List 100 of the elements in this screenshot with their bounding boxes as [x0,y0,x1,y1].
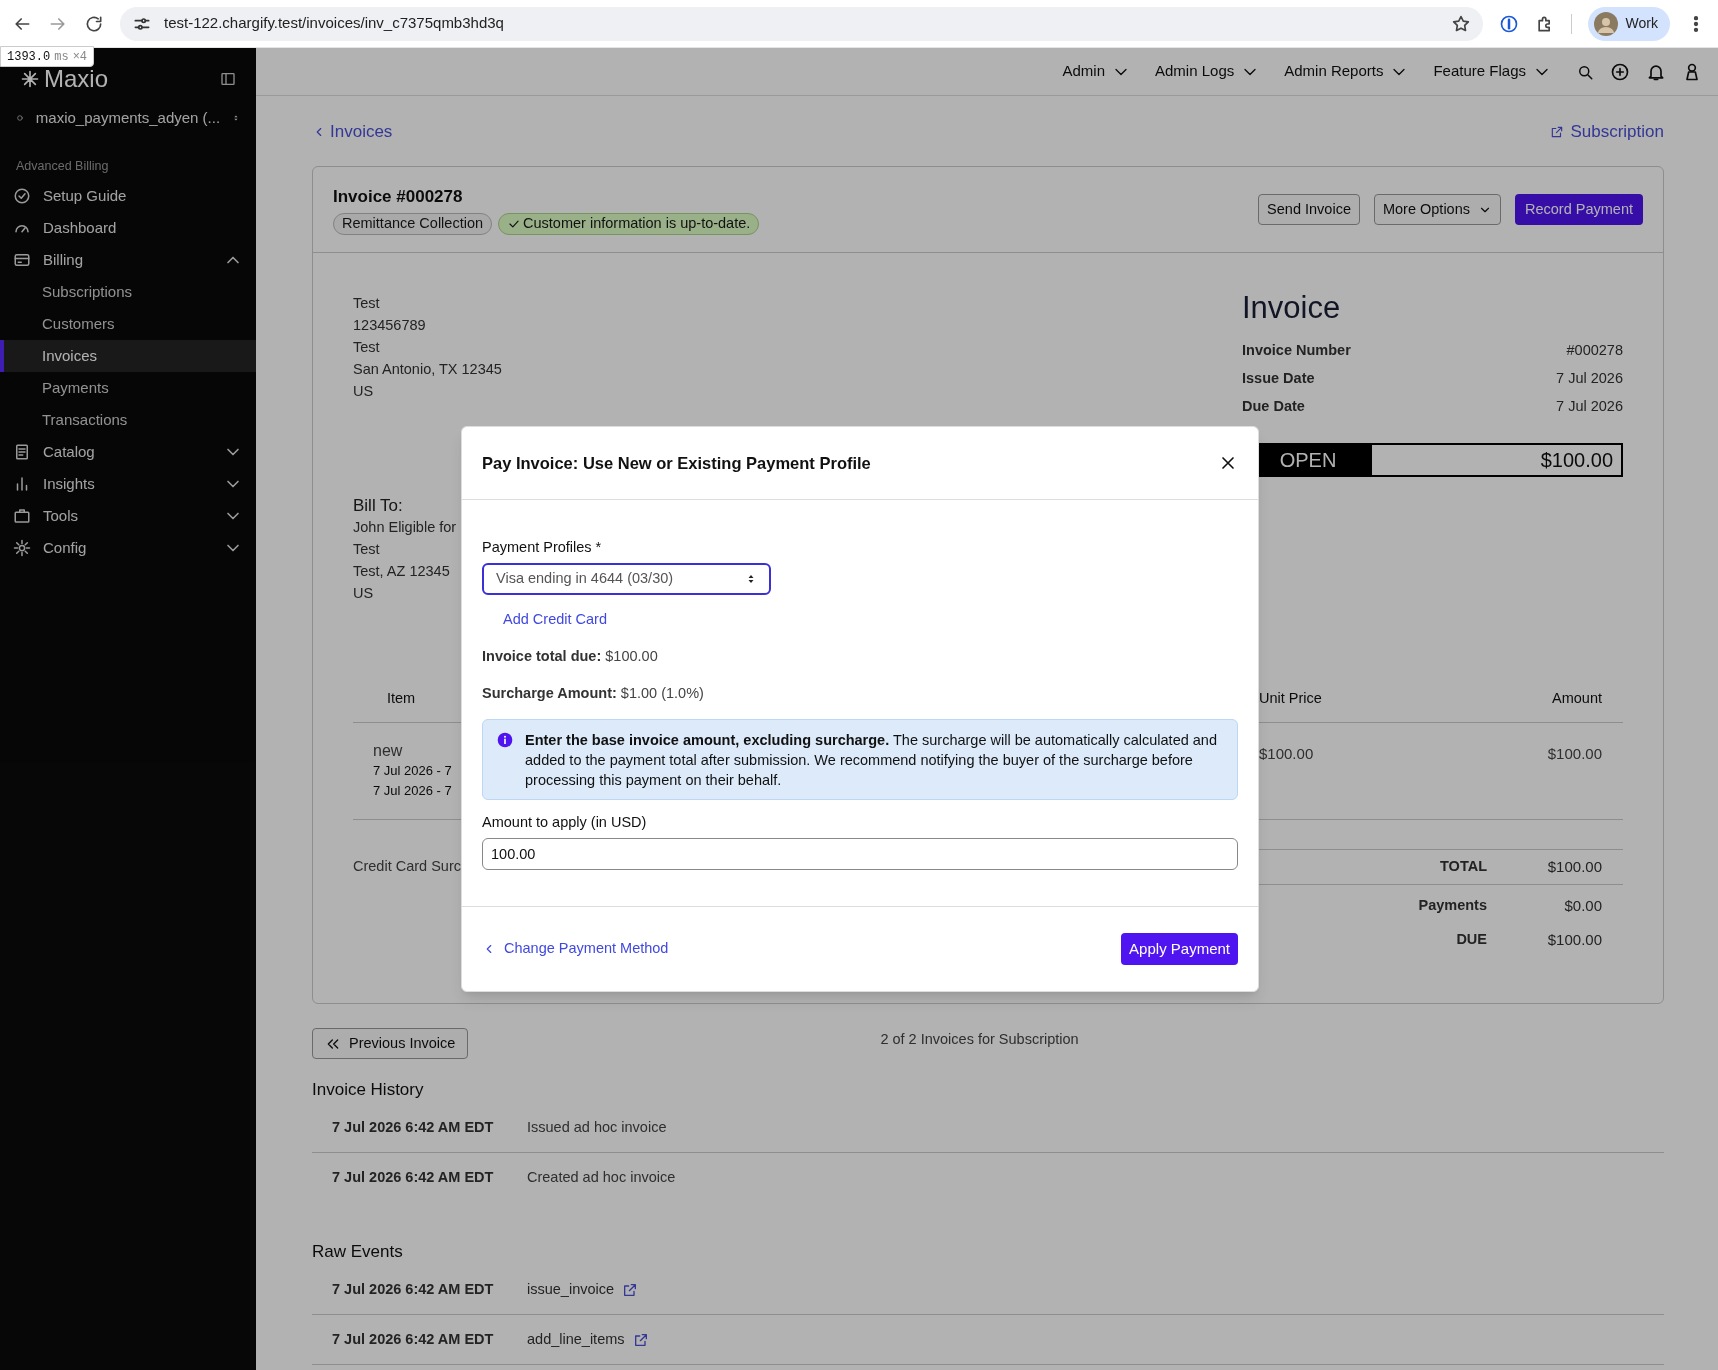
address-line: US [353,382,375,401]
address-line: John Eligible for [353,518,458,537]
external-link-icon [1550,125,1565,139]
change-method-link[interactable]: Change Payment Method [482,938,669,960]
sidebar-toggle-icon[interactable] [220,71,236,87]
section-label: Advanced Billing [15,157,110,175]
total-value: $100.00 [1546,856,1603,877]
section-heading: Raw Events [312,1241,403,1263]
address-line: Test [353,294,381,313]
event-link[interactable]: add_line_items [527,1328,649,1351]
address-bar[interactable]: test-122.chargify.test/invoices/inv_c7375qmb3hd3q [120,6,1483,41]
dialog-title: Pay Invoice: Use New or Existing Payment Profile [482,452,871,474]
detail-value: 7 Jul 2026 [1556,369,1623,389]
briefcase-icon [13,507,31,525]
detail-label: Issue Date [1242,369,1315,389]
nav-menu[interactable]: Admin [1062,60,1131,83]
previous-invoice-button[interactable]: Previous Invoice [312,1028,469,1059]
subscription-link[interactable]: Subscription [1550,119,1664,145]
timestamp: 7 Jul 2026 6:42 AM EDT [331,1168,495,1188]
event-link[interactable]: issue_invoice [527,1278,639,1301]
logo-icon [20,69,40,89]
detail-label: Due Date [1242,397,1305,417]
field-label: Amount to apply (in USD) [482,813,648,832]
total-value: $100.00 [1546,929,1603,950]
invoice-title: Invoice #000278 [333,185,464,208]
status-amount: $100.00 [1539,448,1614,473]
nav-subitem[interactable]: Invoices [0,340,256,372]
apply-payment-button[interactable]: Apply Payment [1121,933,1238,965]
add-icon[interactable] [1610,61,1630,82]
address-line: US [353,584,375,603]
nav-item[interactable]: Dashboard [0,212,256,244]
address-line: 123456789 [353,316,427,335]
settings-icon [13,539,31,557]
nav-item[interactable]: Insights [0,468,256,500]
column-header: Item [387,688,416,708]
add-card-link[interactable]: Add Credit Card [503,609,607,629]
notice-text: Enter the base invoice amount, excluding surcharge. The surcharge will be automatically calculated and added to the payment total after submission. We recommend notifying the buyer of the surcharge before processing this payment on their behalf. [525,731,1218,790]
timestamp: 7 Jul 2026 6:42 AM EDT [331,1329,495,1349]
profile-button[interactable]: Work [1587,6,1670,41]
url-text: test-122.chargify.test/invoices/inv_c7375qmb3hd3q [164,13,505,34]
total-label: TOTAL [1440,857,1487,877]
select-field[interactable]: Visa ending in 4644 (03/30) [482,563,771,595]
item-period: 7 Jul 2026 - 7 [373,762,452,780]
back-link[interactable]: Invoices [312,119,393,145]
line-item-label: Credit Card Surc [353,857,461,877]
pagination-summary: 2 of 2 Invoices for Subscription [880,1029,1079,1049]
password-manager-icon[interactable] [1498,13,1519,34]
field-label: Payment Profiles [482,538,592,557]
send-invoice-button[interactable]: Send Invoice [1258,194,1360,225]
timestamp: 7 Jul 2026 6:42 AM EDT [331,1117,495,1137]
nav-item[interactable]: Setup Guide [0,180,256,212]
nav-menu[interactable]: Admin Reports [1284,60,1410,83]
column-header: Amount [1551,688,1603,708]
document-icon [13,443,31,461]
card-icon [13,251,31,269]
section-heading: Invoice History [312,1079,424,1101]
bookmark-star-icon[interactable] [1450,13,1471,34]
more-options-button[interactable]: More Options [1373,194,1501,225]
status-badge: Customer information is up-to-date. [498,213,760,236]
nav-subitem[interactable]: Subscriptions [0,276,256,308]
total-label: DUE [1456,930,1487,950]
total-value: $0.00 [1563,895,1603,916]
detail-value: 7 Jul 2026 [1556,397,1623,417]
timestamp: 7 Jul 2026 6:42 AM EDT [331,1279,495,1299]
summary-line: Surcharge Amount: $1.00 (1.0%) [482,684,704,703]
avatar-icon [1593,11,1618,36]
item-period: 7 Jul 2026 - 7 [373,782,452,800]
nav-item[interactable]: Config [0,532,256,564]
nav-item[interactable]: Catalog [0,436,256,468]
amount-input[interactable]: 100.00 [482,838,1238,870]
check-circle-icon [13,187,31,205]
table-cell-text: $100.00 [1546,744,1603,764]
bill-to-heading: Bill To: [353,495,404,517]
detail-value: #000278 [1566,341,1623,361]
tag: Remittance Collection [333,213,493,236]
required-mark: * [595,538,602,557]
record-payment-button[interactable]: Record Payment [1515,194,1643,225]
external-link-icon [622,1281,639,1298]
external-link-icon [632,1331,649,1348]
nav-item[interactable]: Tools [0,500,256,532]
nav-item[interactable]: Billing [0,244,256,276]
detail-label: Invoice Number [1242,341,1351,361]
nav-subitem[interactable]: Customers [0,308,256,340]
info-icon [497,732,513,748]
history-entry: Issued ad hoc invoice [527,1117,667,1137]
history-entry: Created ad hoc invoice [527,1168,676,1188]
total-label: Payments [1418,896,1487,916]
brand-name: Maxio [44,67,109,91]
table-cell-text: $100.00 [1259,744,1315,764]
nav-menu[interactable]: Admin Logs [1155,60,1261,83]
document-heading: Invoice [1242,290,1342,326]
account-switcher[interactable]: maxio_payments_adyen (... [0,100,256,136]
address-line: Test [353,338,381,357]
summary-line: Invoice total due: $100.00 [482,647,658,666]
column-header: Unit Price [1259,688,1323,708]
item-name: new [373,741,403,761]
timing-badge: 1393.0 ms ×4 [0,46,95,67]
nav-subitem[interactable]: Transactions [0,404,256,436]
nav-menu[interactable]: Feature Flags [1433,60,1552,83]
nav-subitem[interactable]: Payments [0,372,256,404]
